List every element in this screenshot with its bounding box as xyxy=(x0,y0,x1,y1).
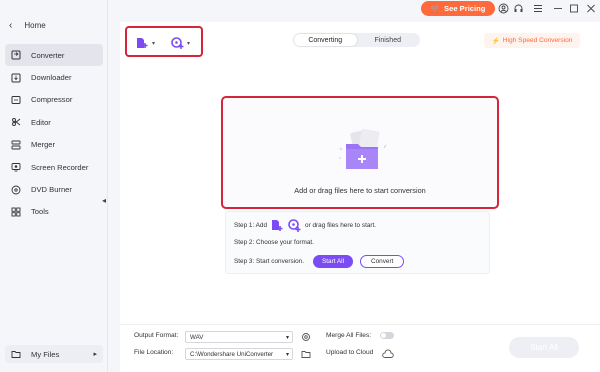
sidebar-item-downloader[interactable]: Downloader xyxy=(5,66,103,88)
my-files-label: My Files xyxy=(31,349,60,359)
add-file-icon[interactable] xyxy=(271,219,284,232)
sidebar-item-converter[interactable]: Converter xyxy=(5,44,103,67)
tab-converting[interactable]: Converting xyxy=(294,34,357,46)
headset-icon[interactable] xyxy=(513,3,524,14)
start-all-button[interactable]: Start All xyxy=(509,337,579,358)
sidebar-item-label: Tools xyxy=(31,207,49,217)
drop-zone-text: Add or drag files here to start conversi… xyxy=(294,186,426,195)
folder-icon[interactable] xyxy=(301,349,311,359)
chevron-down-icon: ▾ xyxy=(152,40,156,47)
status-tabs: Converting Finished xyxy=(293,33,420,47)
step3-label: Step 3: Start conversion. xyxy=(234,258,304,265)
add-disc-icon[interactable] xyxy=(288,219,301,232)
drop-zone[interactable]: Add or drag files here to start conversi… xyxy=(221,96,499,209)
sidebar-item-merger[interactable]: Merger xyxy=(5,134,103,156)
maximize-icon[interactable] xyxy=(568,3,579,14)
add-from-device-button[interactable]: ▾ xyxy=(171,37,190,49)
file-location-label: File Location: xyxy=(134,349,174,356)
compressor-icon xyxy=(11,95,21,104)
sidebar-item-label: Screen Recorder xyxy=(31,162,89,172)
upload-to-cloud-label: Upload to Cloud xyxy=(326,349,374,356)
sidebar-item-label: Compressor xyxy=(31,95,73,105)
chevron-down-icon: ▾ xyxy=(187,40,191,47)
screen-recorder-icon xyxy=(11,163,21,172)
see-pricing-label: See Pricing xyxy=(444,4,486,13)
add-file-icon xyxy=(137,38,148,48)
sidebar-item-dvd-burner[interactable]: DVD Burner xyxy=(5,178,103,200)
output-format-select[interactable]: WAV ▾ xyxy=(185,331,293,343)
convert-button[interactable]: Convert xyxy=(360,255,405,268)
sidebar-item-label: Converter xyxy=(31,50,65,60)
cart-icon: 🛒 xyxy=(430,4,441,13)
sidebar-nav: Converter Downloader Compressor Editor M… xyxy=(5,44,103,223)
high-speed-label: High Speed Conversion xyxy=(502,37,573,44)
account-icon[interactable] xyxy=(498,3,509,14)
start-all-step-button[interactable]: Start All xyxy=(312,255,354,268)
tab-finished[interactable]: Finished xyxy=(357,34,420,46)
file-location-value: C:\Wondershare UniConverter xyxy=(190,350,274,358)
sidebar-item-compressor[interactable]: Compressor xyxy=(5,89,103,111)
add-folder-icon xyxy=(339,128,387,169)
downloader-icon xyxy=(11,73,21,83)
sidebar: ‹ Home Converter Downloader Compressor E… xyxy=(0,0,108,372)
step-3: Step 3: Start conversion. Start All Conv… xyxy=(234,255,405,268)
sidebar-item-editor[interactable]: Editor xyxy=(5,111,103,133)
minimize-icon[interactable] xyxy=(552,3,563,14)
chevron-down-icon: ▾ xyxy=(285,351,289,358)
settings-icon[interactable] xyxy=(301,332,311,342)
lightning-icon: ⚡ xyxy=(491,37,500,45)
editor-icon xyxy=(12,118,21,127)
converter-icon xyxy=(11,50,21,60)
sidebar-item-label: Merger xyxy=(31,140,56,150)
merge-all-files-label: Merge All Files: xyxy=(326,332,372,339)
step1-prefix: Step 1: Add xyxy=(234,222,268,229)
main-panel: ▾ ▾ Converting Finished ⚡ High Speed Con… xyxy=(120,22,600,372)
merge-all-files-toggle[interactable] xyxy=(380,332,394,339)
collapse-sidebar-icon[interactable]: ◂ xyxy=(102,196,106,205)
add-tools-group: ▾ ▾ xyxy=(125,26,203,57)
sidebar-item-label: Editor xyxy=(31,117,51,127)
home-label: Home xyxy=(24,21,46,30)
output-format-value: WAV xyxy=(190,333,204,341)
my-files-button[interactable]: My Files ▸ xyxy=(5,345,103,363)
folder-icon xyxy=(11,351,21,358)
close-icon[interactable] xyxy=(585,3,596,14)
sidebar-item-screen-recorder[interactable]: Screen Recorder xyxy=(5,156,103,178)
steps-guide: Step 1: Add or drag files here to start.… xyxy=(225,211,490,274)
chevron-right-icon: ▸ xyxy=(93,351,97,358)
output-format-label: Output Format: xyxy=(134,332,179,339)
cloud-upload-icon[interactable] xyxy=(382,349,394,359)
sidebar-item-label: Downloader xyxy=(31,73,72,83)
add-files-button[interactable]: ▾ xyxy=(136,37,155,49)
step-1: Step 1: Add or drag files here to start. xyxy=(234,219,376,232)
bottom-bar: Output Format: WAV ▾ File Location: C:\W… xyxy=(120,324,600,372)
merger-icon xyxy=(11,140,21,150)
chevron-left-icon: ‹ xyxy=(9,20,13,31)
high-speed-conversion-button[interactable]: ⚡ High Speed Conversion xyxy=(484,33,580,48)
menu-icon[interactable] xyxy=(532,3,543,14)
tools-icon xyxy=(11,207,21,217)
see-pricing-button[interactable]: 🛒 See Pricing xyxy=(421,1,495,16)
sidebar-item-label: DVD Burner xyxy=(31,185,72,195)
titlebar: 🛒 See Pricing xyxy=(108,0,600,18)
add-disc-icon xyxy=(171,37,184,49)
file-location-select[interactable]: C:\Wondershare UniConverter ▾ xyxy=(185,348,293,360)
sidebar-item-tools[interactable]: Tools xyxy=(5,201,103,223)
step1-suffix: or drag files here to start. xyxy=(305,222,377,229)
home-link[interactable]: ‹ Home xyxy=(9,20,46,31)
dvd-burner-icon xyxy=(11,185,21,194)
chevron-down-icon: ▾ xyxy=(285,334,289,341)
step-2: Step 2: Choose your format. xyxy=(234,239,314,246)
